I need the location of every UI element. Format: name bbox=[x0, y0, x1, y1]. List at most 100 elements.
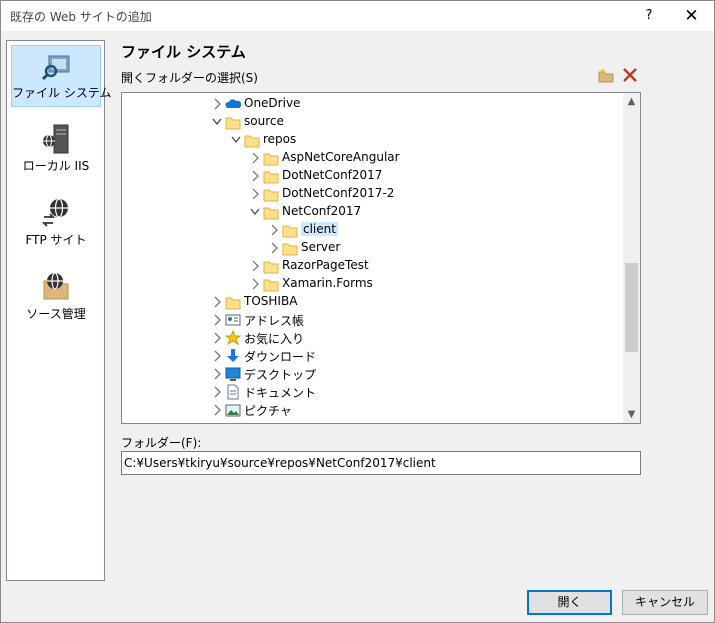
window-title: 既存の Web サイトの追加 bbox=[10, 10, 152, 24]
tree-item[interactable]: Xamarin.Forms bbox=[122, 275, 622, 293]
tree-item[interactable]: repos bbox=[122, 131, 622, 149]
chevron-right-icon[interactable] bbox=[212, 368, 222, 380]
folder-icon bbox=[263, 189, 279, 202]
chevron-right-icon[interactable] bbox=[250, 188, 260, 200]
folder-icon bbox=[263, 207, 279, 220]
scroll-down-icon[interactable]: ▼ bbox=[623, 406, 640, 423]
tree-item[interactable]: DotNetConf2017 bbox=[122, 167, 622, 185]
folder-icon bbox=[282, 225, 298, 238]
title-bar: 既存の Web サイトの追加 ? ✕ bbox=[1, 1, 714, 31]
chevron-right-icon[interactable] bbox=[212, 404, 222, 416]
tree-item-label: repos bbox=[263, 132, 297, 146]
tree-item[interactable]: OneDrive bbox=[122, 95, 622, 113]
documents-icon bbox=[227, 384, 239, 400]
tree-item-label: client bbox=[301, 222, 338, 236]
help-button[interactable]: ? bbox=[631, 1, 667, 31]
tree-item-label: TOSHIBA bbox=[244, 294, 298, 308]
tree-item[interactable]: TOSHIBA bbox=[122, 293, 622, 311]
chevron-right-icon[interactable] bbox=[212, 386, 222, 398]
folder-icon bbox=[263, 279, 279, 292]
ftp-site-icon bbox=[41, 198, 68, 227]
folder-icon bbox=[244, 135, 260, 148]
chevron-right-icon[interactable] bbox=[212, 314, 222, 326]
chevron-right-icon[interactable] bbox=[212, 350, 222, 362]
downloads-icon bbox=[227, 349, 239, 362]
delete-button[interactable] bbox=[621, 66, 639, 84]
tree-item-label: Server bbox=[301, 240, 341, 254]
tree-item-label: DotNetConf2017 bbox=[282, 168, 383, 182]
chevron-right-icon[interactable] bbox=[269, 242, 279, 254]
scroll-thumb[interactable] bbox=[625, 263, 638, 352]
chevron-right-icon[interactable] bbox=[250, 152, 260, 164]
new-folder-button[interactable] bbox=[597, 66, 615, 84]
chevron-right-icon[interactable] bbox=[250, 260, 260, 272]
tree-item[interactable]: ダウンロード bbox=[122, 347, 622, 365]
tree-item[interactable]: NetConf2017 bbox=[122, 203, 622, 221]
tree-item[interactable]: DotNetConf2017-2 bbox=[122, 185, 622, 203]
folder-icon bbox=[263, 261, 279, 274]
tree-item[interactable]: source bbox=[122, 113, 622, 131]
tree-item-label: ピクチャ bbox=[244, 404, 292, 418]
folder-field-label: フォルダー(F): bbox=[121, 436, 202, 450]
folder-icon bbox=[282, 243, 298, 256]
sidebar-item-label: ソース管理 bbox=[26, 307, 86, 321]
tree-item[interactable]: アドレス帳 bbox=[122, 311, 622, 329]
new-folder-icon bbox=[598, 68, 614, 83]
tree-item[interactable]: ピクチャ bbox=[122, 401, 622, 419]
sidebar-item-file-system[interactable]: ファイル システム bbox=[11, 45, 112, 107]
tree-item[interactable]: Server bbox=[122, 239, 622, 257]
chevron-right-icon[interactable] bbox=[212, 98, 222, 110]
tree-item[interactable]: お気に入り bbox=[122, 329, 622, 347]
tree-item[interactable]: client bbox=[122, 221, 622, 239]
sidebar-item-label: FTP サイト bbox=[25, 233, 87, 247]
favorites-icon bbox=[225, 330, 241, 346]
source-control-icon bbox=[43, 272, 69, 300]
folder-icon bbox=[225, 117, 241, 130]
location-sidebar: ファイル システム ローカル IIS FTP サイト ソース管理 bbox=[6, 40, 112, 581]
chevron-right-icon[interactable] bbox=[212, 332, 222, 344]
tree-item-label: アドレス帳 bbox=[244, 314, 305, 328]
vertical-scrollbar[interactable]: ▲ ▼ bbox=[623, 93, 640, 423]
chevron-right-icon[interactable] bbox=[269, 224, 279, 236]
pictures-icon bbox=[225, 404, 241, 417]
chevron-right-icon[interactable] bbox=[250, 278, 260, 290]
tree-item-label: DotNetConf2017-2 bbox=[282, 186, 395, 200]
sidebar-item-label: ファイル システム bbox=[12, 86, 112, 100]
local-iis-icon bbox=[43, 124, 69, 154]
folder-path-input[interactable] bbox=[121, 451, 641, 475]
tree-item-label: AspNetCoreAngular bbox=[282, 150, 400, 164]
sidebar-item-label: ローカル IIS bbox=[22, 159, 90, 173]
tree-item-label: OneDrive bbox=[244, 96, 301, 110]
chevron-down-icon[interactable] bbox=[250, 206, 260, 218]
folder-icon bbox=[225, 297, 241, 310]
chevron-down-icon[interactable] bbox=[231, 134, 241, 146]
tree-item-label: Xamarin.Forms bbox=[282, 276, 373, 290]
file-system-icon bbox=[41, 55, 70, 81]
close-button[interactable]: ✕ bbox=[669, 1, 714, 31]
cancel-button[interactable]: キャンセル bbox=[622, 590, 708, 615]
contacts-icon bbox=[225, 314, 241, 326]
folder-tree[interactable]: OneDrive source repos AspNetCoreAngular DotN… bbox=[121, 92, 641, 424]
chevron-down-icon[interactable] bbox=[212, 116, 222, 128]
sidebar-item-source-control[interactable]: ソース管理 bbox=[11, 267, 101, 329]
sidebar-item-local-iis[interactable]: ローカル IIS bbox=[11, 119, 101, 181]
delete-icon bbox=[623, 68, 637, 82]
tree-item[interactable]: ドキュメント bbox=[122, 383, 622, 401]
tree-item[interactable]: RazorPageTest bbox=[122, 257, 622, 275]
page-title: ファイル システム bbox=[121, 43, 246, 61]
tree-item-label: NetConf2017 bbox=[282, 204, 362, 218]
open-button[interactable]: 開く bbox=[527, 590, 612, 615]
scroll-up-icon[interactable]: ▲ bbox=[623, 93, 640, 110]
folder-icon bbox=[263, 153, 279, 166]
onedrive-icon bbox=[225, 99, 241, 108]
add-existing-website-dialog: 既存の Web サイトの追加 ? ✕ ファイル システム ローカル IIS FT… bbox=[0, 0, 715, 623]
open-folder-label: 開くフォルダーの選択(S) bbox=[121, 71, 258, 85]
chevron-right-icon[interactable] bbox=[212, 296, 222, 308]
sidebar-item-ftp-site[interactable]: FTP サイト bbox=[11, 193, 101, 255]
tree-item[interactable]: AspNetCoreAngular bbox=[122, 149, 622, 167]
tree-item-label: ドキュメント bbox=[244, 386, 317, 400]
chevron-right-icon[interactable] bbox=[250, 170, 260, 182]
tree-item[interactable]: デスクトップ bbox=[122, 365, 622, 383]
tree-item-label: RazorPageTest bbox=[282, 258, 369, 272]
tree-item-label: お気に入り bbox=[244, 332, 305, 346]
